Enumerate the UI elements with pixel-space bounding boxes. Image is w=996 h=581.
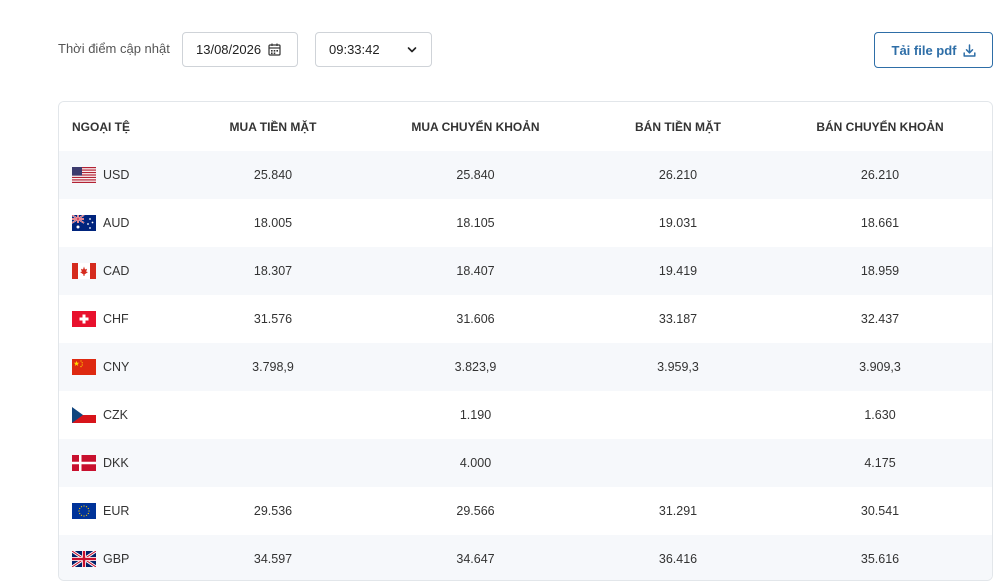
table-row: AUD 18.005 18.105 19.031 18.661 — [59, 199, 992, 247]
transfer-sell-value: 1.630 — [864, 408, 896, 422]
cash-buy-value: 29.536 — [253, 504, 293, 518]
cz-flag-icon — [72, 407, 96, 423]
currency-code: CAD — [103, 264, 130, 278]
cash-buy-value: 18.307 — [253, 264, 293, 278]
header-transfer-buy: MUA CHUYỂN KHOẢN — [411, 119, 540, 134]
cash-buy-value: 18.005 — [253, 216, 293, 230]
table-row: EUR 29.536 29.566 31.291 30.541 — [59, 487, 992, 535]
currency-code: CHF — [103, 312, 129, 326]
download-pdf-label: Tải file pdf — [891, 42, 957, 58]
cash-sell-value: 31.291 — [658, 504, 698, 518]
currency-code: CZK — [103, 408, 128, 422]
date-value: 13/08/2026 — [196, 42, 262, 57]
cash-sell-value: 26.210 — [658, 168, 698, 182]
cash-sell-value: 36.416 — [658, 552, 698, 566]
currency-code: GBP — [103, 552, 130, 566]
chevron-down-icon — [407, 45, 417, 55]
table-row: CZK 1.190 1.630 — [59, 391, 992, 439]
table-row: CHF 31.576 31.606 33.187 32.437 — [59, 295, 992, 343]
cash-buy-value: 31.576 — [253, 312, 293, 326]
time-value: 09:33:42 — [329, 42, 380, 57]
exchange-rate-table: NGOẠI TỆ MUA TIỀN MẶT MUA CHUYỂN KHOẢN B… — [58, 101, 993, 581]
date-picker[interactable]: 13/08/2026 — [182, 32, 298, 67]
cash-sell-value: 19.419 — [658, 264, 698, 278]
table-row: USD 25.840 25.840 26.210 26.210 — [59, 151, 992, 199]
transfer-sell-value: 32.437 — [860, 312, 900, 326]
transfer-buy-value: 25.840 — [456, 168, 495, 182]
rate-toolbar: Thời điểm cập nhật 13/08/2026 09:33:42 T… — [0, 0, 996, 100]
transfer-sell-value: 35.616 — [860, 552, 900, 566]
ca-flag-icon — [72, 263, 96, 279]
cash-sell-value: 3.959,3 — [657, 360, 699, 374]
cash-sell-value — [587, 439, 769, 487]
cash-buy-value — [183, 439, 363, 487]
transfer-buy-value: 3.823,9 — [454, 360, 497, 374]
transfer-sell-value: 26.210 — [860, 168, 900, 182]
cash-buy-value — [183, 391, 363, 439]
cash-buy-value: 34.597 — [253, 552, 293, 566]
cn-flag-icon — [72, 359, 96, 375]
transfer-sell-value: 30.541 — [860, 504, 900, 518]
transfer-sell-value: 3.909,3 — [859, 360, 901, 374]
currency-code: EUR — [103, 504, 130, 518]
table-row: CNY 3.798,9 3.823,9 3.959,3 3.909,3 — [59, 343, 992, 391]
transfer-buy-value: 1.190 — [459, 408, 492, 422]
transfer-sell-value: 18.661 — [860, 216, 900, 230]
header-transfer-sell: BÁN CHUYỂN KHOẢN — [816, 119, 944, 134]
time-select[interactable]: 09:33:42 — [315, 32, 432, 67]
header-cash-sell: BÁN TIỀN MẶT — [635, 119, 721, 134]
transfer-sell-value: 4.175 — [864, 456, 896, 470]
cash-sell-value — [587, 391, 769, 439]
table-row: CAD 18.307 18.407 19.419 18.959 — [59, 247, 992, 295]
currency-code: CNY — [103, 360, 130, 374]
currency-code: DKK — [103, 456, 129, 470]
currency-code: USD — [103, 168, 130, 182]
eu-flag-icon — [72, 503, 96, 519]
dk-flag-icon — [72, 455, 96, 471]
table-header-row: NGOẠI TỆ MUA TIỀN MẶT MUA CHUYỂN KHOẢN B… — [59, 102, 992, 151]
table-row: DKK 4.000 4.175 — [59, 439, 992, 487]
cash-sell-value: 19.031 — [658, 216, 698, 230]
transfer-sell-value: 18.959 — [860, 264, 900, 278]
download-icon — [962, 43, 976, 57]
ch-flag-icon — [72, 311, 96, 327]
transfer-buy-value: 29.566 — [456, 504, 495, 518]
table-row: GBP 34.597 34.647 36.416 35.616 — [59, 535, 992, 580]
transfer-buy-value: 18.407 — [456, 264, 495, 278]
currency-code: AUD — [103, 216, 130, 230]
transfer-buy-value: 4.000 — [459, 456, 492, 470]
cash-buy-value: 3.798,9 — [252, 360, 294, 374]
gb-flag-icon — [72, 551, 96, 567]
calendar-icon[interactable] — [268, 43, 281, 56]
cash-sell-value: 33.187 — [658, 312, 698, 326]
au-flag-icon — [72, 215, 96, 231]
transfer-buy-value: 34.647 — [456, 552, 495, 566]
transfer-buy-value: 31.606 — [456, 312, 495, 326]
us-flag-icon — [72, 167, 96, 183]
header-cash-buy: MUA TIỀN MẶT — [229, 119, 317, 134]
update-time-label: Thời điểm cập nhật — [58, 41, 170, 56]
download-pdf-button[interactable]: Tải file pdf — [874, 32, 993, 68]
transfer-buy-value: 18.105 — [456, 216, 495, 230]
cash-buy-value: 25.840 — [253, 168, 293, 182]
